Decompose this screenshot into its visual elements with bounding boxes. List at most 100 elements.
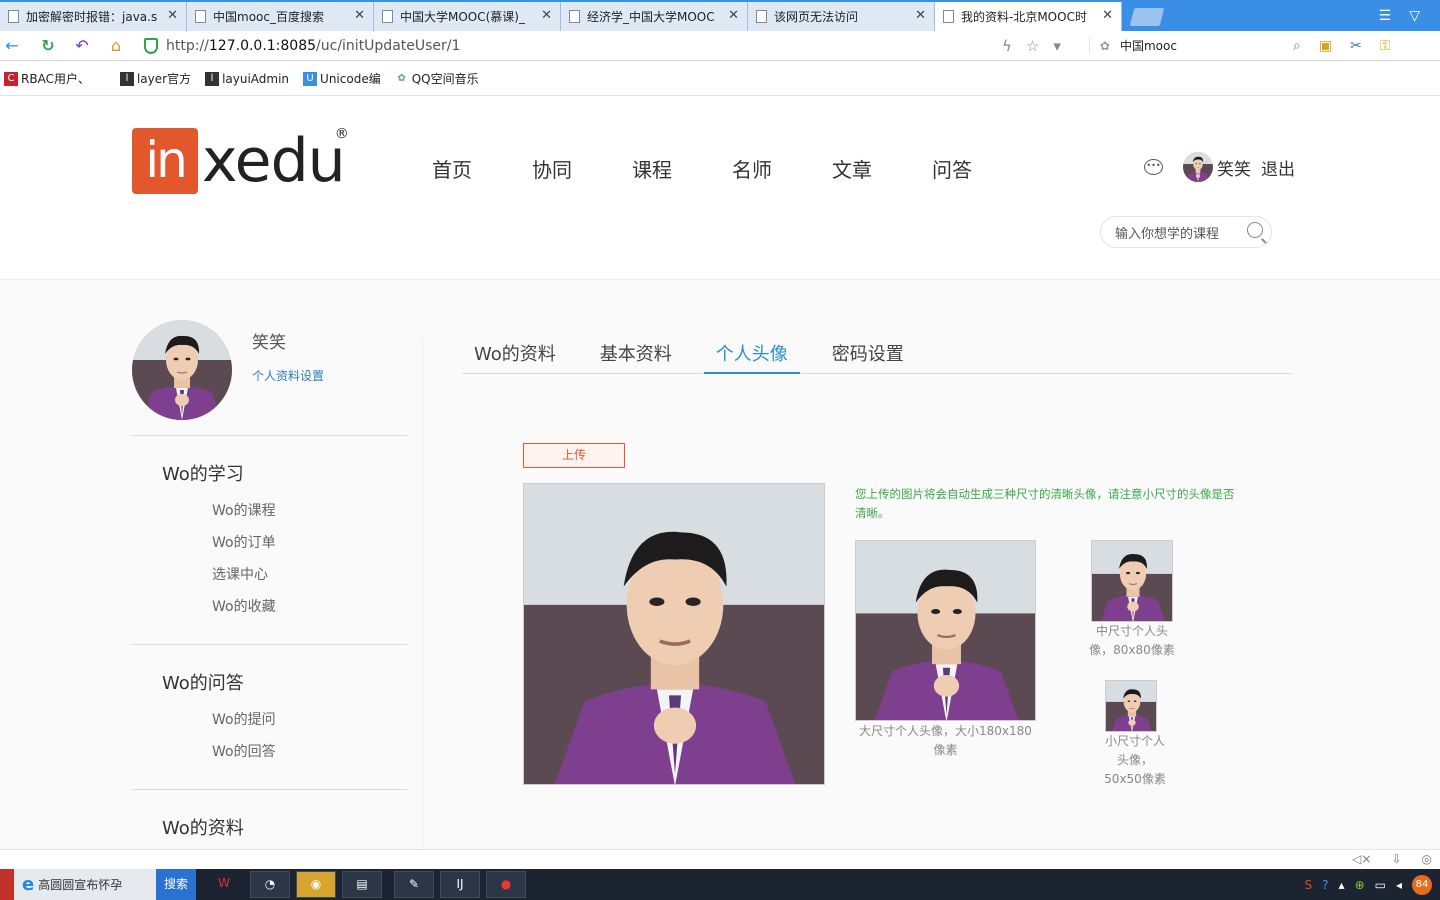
- bookmark-item[interactable]: l layuiAdmin: [205, 71, 290, 86]
- lightning-icon[interactable]: ϟ: [1002, 37, 1012, 55]
- upload-button[interactable]: 上传: [523, 443, 625, 468]
- nav-item-articles[interactable]: 文章: [832, 154, 872, 183]
- profile-settings-link[interactable]: 个人资料设置: [252, 367, 324, 384]
- logout-link[interactable]: 退出: [1261, 155, 1295, 180]
- main-nav: 首页 协同 课程 名师 文章 问答: [432, 154, 972, 183]
- star-icon[interactable]: ☆: [1026, 37, 1039, 55]
- sidebar-group-title: Wo的学习: [162, 464, 244, 485]
- sidebar-item-my-orders[interactable]: Wo的订单: [162, 527, 407, 559]
- extension-icon[interactable]: ▣: [1319, 38, 1332, 54]
- skin-icon[interactable]: ▽: [1409, 8, 1420, 24]
- browser-tab[interactable]: 中国mooc_百度搜索 ✕: [187, 2, 374, 31]
- bookmark-label: layuiAdmin: [222, 71, 290, 86]
- sidebar-item-my-answers[interactable]: Wo的回答: [162, 736, 407, 768]
- bookmark-item[interactable]: C RBAC用户、: [4, 70, 90, 87]
- sidebar-item-course-center[interactable]: 选课中心: [162, 559, 407, 591]
- taskbar-ie-item[interactable]: e 高圆圆宣布怀孕: [14, 869, 156, 900]
- search-placeholder: 输入你想学的课程: [1115, 226, 1220, 242]
- bookmark-item[interactable]: l layer官方: [119, 70, 192, 87]
- search-icon[interactable]: [1247, 222, 1263, 238]
- new-tab-button[interactable]: [1129, 8, 1165, 26]
- browser-status-bar: ◁× ⇩ ◎: [0, 849, 1440, 869]
- browser-tab[interactable]: 中国大学MOOC(慕课)_ ✕: [374, 2, 561, 31]
- undo-icon[interactable]: ↶: [70, 36, 94, 55]
- avatar-preview-small-caption: 小尺寸个人头像，50x50像素: [1104, 734, 1166, 786]
- scissors-icon[interactable]: ✂: [1350, 38, 1362, 54]
- close-icon[interactable]: ✕: [915, 8, 926, 23]
- reload-icon[interactable]: ↻: [36, 36, 60, 55]
- menu-icon[interactable]: ☰: [1379, 8, 1392, 24]
- key-icon[interactable]: ⚿: [1380, 38, 1391, 54]
- taskbar-record-icon[interactable]: ●: [486, 871, 526, 898]
- sidebar-group-title[interactable]: Wo的资料: [162, 814, 407, 840]
- browser-tab[interactable]: 经济学_中国大学MOOC ✕: [561, 2, 748, 31]
- header-user-name[interactable]: 笑笑: [1217, 155, 1251, 180]
- sidebar-item-favorites[interactable]: Wo的收藏: [162, 591, 407, 623]
- bookmark-label: layer官方: [136, 72, 192, 86]
- help-icon[interactable]: ?: [1322, 878, 1328, 892]
- message-icon[interactable]: •••: [1144, 159, 1163, 175]
- bookmark-item[interactable]: ✿ QQ空间音乐: [395, 70, 479, 87]
- taskbar-idea-icon[interactable]: IJ: [440, 871, 480, 898]
- search-icon[interactable]: ⌕: [1293, 38, 1301, 54]
- chevron-down-icon[interactable]: ▾: [1053, 37, 1061, 55]
- nav-item-courses[interactable]: 课程: [632, 154, 672, 183]
- close-icon[interactable]: ✕: [354, 8, 365, 23]
- download-icon[interactable]: ⇩: [1391, 852, 1401, 866]
- taskbar-winamp-icon[interactable]: W: [204, 871, 244, 898]
- nav-item-qa[interactable]: 问答: [932, 154, 972, 183]
- taskbar-notepad-icon[interactable]: ✎: [394, 871, 434, 898]
- close-icon[interactable]: ✕: [728, 8, 739, 23]
- taskbar-chrome-icon[interactable]: ◉: [296, 871, 336, 898]
- close-icon[interactable]: ✕: [167, 8, 178, 23]
- url-input[interactable]: http://127.0.0.1:8085/uc/initUpdateUser/…: [166, 38, 996, 54]
- close-icon[interactable]: ✕: [1102, 8, 1113, 23]
- tray-badge[interactable]: 84: [1412, 874, 1432, 895]
- sidebar-item-my-courses[interactable]: Wo的课程: [162, 495, 407, 527]
- volume-icon[interactable]: ◂: [1396, 878, 1402, 892]
- back-icon[interactable]: ←: [0, 36, 24, 55]
- browser-tab[interactable]: 加密解密时报错：java.s ✕: [0, 2, 187, 31]
- nav-item-home[interactable]: 首页: [432, 154, 472, 183]
- nav-item-collab[interactable]: 协同: [532, 154, 572, 183]
- tab-basic-info[interactable]: 基本资料: [588, 344, 684, 374]
- avatar-crop-image[interactable]: [523, 483, 825, 785]
- tray-arrow-icon[interactable]: ▴: [1339, 878, 1345, 892]
- nav-item-teachers[interactable]: 名师: [732, 154, 772, 183]
- display-icon[interactable]: ▭: [1375, 878, 1386, 892]
- sogou-icon[interactable]: S: [1305, 878, 1313, 892]
- avatar[interactable]: [1183, 152, 1213, 182]
- tab-avatar[interactable]: 个人头像: [703, 344, 800, 374]
- course-search-input[interactable]: 输入你想学的课程: [1100, 216, 1272, 248]
- security-shield-icon: [144, 37, 158, 54]
- logo-text: xedu: [202, 126, 346, 196]
- divider: [422, 338, 423, 850]
- browser-tab-label: 经济学_中国大学MOOC: [587, 10, 715, 24]
- bookmark-item[interactable]: U Unicode编: [303, 70, 381, 87]
- close-icon[interactable]: ✕: [541, 8, 552, 23]
- browser-tab[interactable]: 该网页无法访问 ✕: [748, 2, 935, 31]
- tab-password[interactable]: 密码设置: [820, 344, 916, 374]
- site-logo[interactable]: in xedu ®: [132, 126, 349, 196]
- profile-avatar: [132, 320, 232, 420]
- avatar-preview-medium-caption: 中尺寸个人头像，80x80像素: [1089, 624, 1175, 657]
- start-button[interactable]: [0, 869, 14, 900]
- taskbar-explorer-icon[interactable]: ▤: [342, 871, 382, 898]
- system-tray: S ? ▴ ⊕ ▭ ◂ 84: [1305, 874, 1440, 895]
- sidebar-item-my-questions[interactable]: Wo的提问: [162, 704, 407, 736]
- taskbar-search-button[interactable]: 搜索: [156, 869, 196, 900]
- mute-icon[interactable]: ◁×: [1352, 852, 1371, 866]
- upload-hint: 您上传的图片将会自动生成三种尺寸的清晰头像，请注意小尺寸的头像是否清晰。: [855, 487, 1235, 520]
- browser-tab-active[interactable]: 我的资料-北京MOOC时 ✕: [935, 2, 1122, 31]
- browser-search-box[interactable]: ✿ 中国mooc ⌕: [1088, 37, 1301, 54]
- taskbar-app-icon[interactable]: ◔: [250, 871, 290, 898]
- sidebar-group-qa: Wo的问答 Wo的提问 Wo的回答: [132, 645, 407, 768]
- page-icon: [195, 10, 206, 23]
- network-icon[interactable]: ⊕: [1355, 878, 1365, 892]
- window-controls: ☰ ▽: [1379, 0, 1440, 31]
- home-icon[interactable]: ⌂: [104, 36, 128, 55]
- tab-my-profile[interactable]: Wo的资料: [462, 344, 568, 374]
- sidebar-group-study: Wo的学习 Wo的课程 Wo的订单 选课中心 Wo的收藏: [132, 436, 407, 623]
- avatar-preview-large: [855, 540, 1036, 721]
- zoom-icon[interactable]: ◎: [1422, 852, 1432, 866]
